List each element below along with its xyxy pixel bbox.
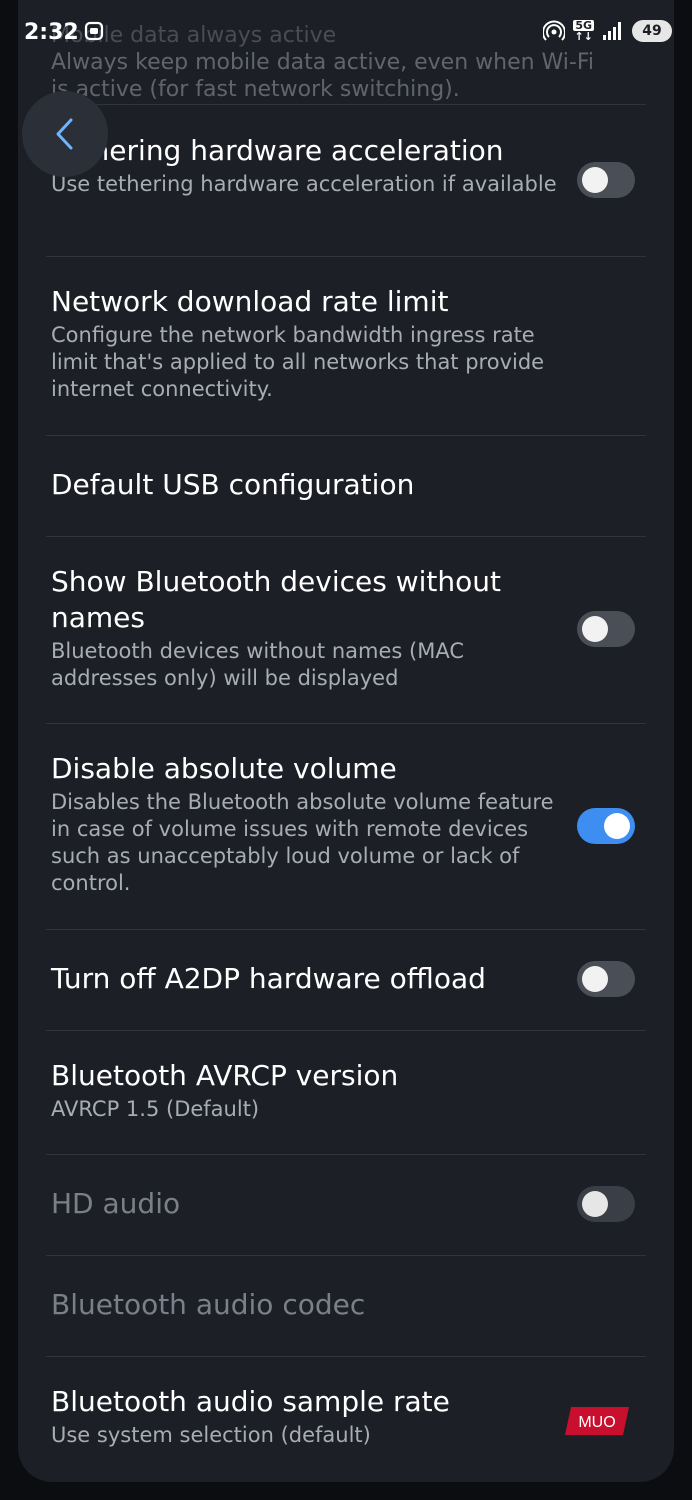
svg-text:MUO: MUO	[578, 1414, 615, 1431]
divider	[46, 104, 646, 105]
toggle-knob	[582, 616, 608, 642]
toggle-knob	[582, 167, 608, 193]
status-bar: 2:32 5G ↑↓ 49	[0, 0, 692, 66]
hotspot-icon	[543, 20, 566, 41]
setting-summary: AVRCP 1.5 (Default)	[51, 1097, 260, 1121]
disable-absolute-volume-toggle[interactable]	[577, 808, 635, 844]
back-arrow-icon	[56, 118, 73, 150]
setting-show-bt-devices-without-names[interactable]: Show Bluetooth devices without names Blu…	[51, 564, 571, 692]
network-badge: 5G ↑↓	[573, 20, 594, 42]
divider	[46, 1030, 646, 1031]
hd-audio-toggle	[577, 1186, 635, 1222]
setting-summary: Configure the network bandwidth ingress …	[51, 323, 545, 401]
setting-network-download-rate-limit[interactable]: Network download rate limit Configure th…	[51, 284, 571, 403]
status-icons: 5G ↑↓ 49	[543, 20, 672, 42]
setting-summary: Use system selection (default)	[51, 1423, 371, 1447]
setting-title: Disable absolute volume	[51, 752, 397, 785]
settings-panel	[18, 0, 674, 1482]
setting-bt-audio-sample-rate[interactable]: Bluetooth audio sample rate Use system s…	[51, 1384, 571, 1449]
divider	[46, 929, 646, 930]
back-button[interactable]	[22, 91, 108, 177]
setting-title: Show Bluetooth devices without names	[51, 565, 501, 634]
divider	[46, 256, 646, 257]
setting-title: Tethering hardware acceleration	[51, 134, 504, 167]
setting-default-usb-config[interactable]: Default USB configuration	[51, 467, 571, 503]
setting-title: Bluetooth audio sample rate	[51, 1385, 450, 1418]
screen-record-icon	[84, 21, 104, 41]
a2dp-offload-toggle[interactable]	[577, 961, 635, 997]
tethering-hw-accel-toggle[interactable]	[577, 162, 635, 198]
setting-bt-audio-codec: Bluetooth audio codec	[51, 1287, 571, 1323]
setting-title: Bluetooth AVRCP version	[51, 1059, 399, 1092]
setting-summary: Disables the Bluetooth absolute volume f…	[51, 790, 554, 895]
status-time: 2:32	[24, 20, 79, 45]
setting-bt-avrcp-version[interactable]: Bluetooth AVRCP version AVRCP 1.5 (Defau…	[51, 1058, 571, 1123]
setting-title: Bluetooth audio codec	[51, 1288, 366, 1321]
setting-title: HD audio	[51, 1187, 181, 1220]
toggle-knob	[604, 813, 630, 839]
data-arrows-icon: ↑↓	[574, 30, 593, 43]
setting-turn-off-a2dp-offload[interactable]: Turn off A2DP hardware offload	[51, 961, 571, 997]
battery-indicator: 49	[632, 20, 672, 42]
setting-title: Turn off A2DP hardware offload	[51, 962, 486, 995]
settings-screen: 2:32 5G ↑↓ 49 Mobile data always active …	[0, 0, 692, 1500]
divider	[46, 1255, 646, 1256]
divider	[46, 1154, 646, 1155]
setting-summary: Use tethering hardware acceleration if a…	[51, 172, 557, 196]
divider	[46, 536, 646, 537]
muo-watermark-logo: MUO	[565, 1407, 629, 1435]
setting-title: Default USB configuration	[51, 468, 415, 501]
setting-disable-absolute-volume[interactable]: Disable absolute volume Disables the Blu…	[51, 751, 571, 897]
divider	[46, 435, 646, 436]
signal-icon	[603, 22, 621, 40]
setting-title: Network download rate limit	[51, 285, 449, 318]
toggle-knob	[582, 1191, 608, 1217]
divider	[46, 723, 646, 724]
setting-hd-audio: HD audio	[51, 1186, 571, 1222]
show-bt-without-names-toggle[interactable]	[577, 611, 635, 647]
setting-summary: Bluetooth devices without names (MAC add…	[51, 639, 464, 690]
divider	[46, 1356, 646, 1357]
toggle-knob	[582, 966, 608, 992]
setting-tethering-hw-accel[interactable]: Tethering hardware acceleration Use teth…	[51, 133, 571, 198]
